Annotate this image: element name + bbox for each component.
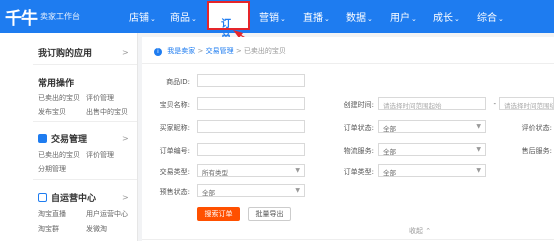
label-order-type: 订单类型: bbox=[343, 168, 374, 176]
order-status-select[interactable]: 全部 ▼ bbox=[378, 120, 486, 133]
chevron-down-icon: ▼ bbox=[476, 146, 481, 153]
order-type-select[interactable]: 全部 ▼ bbox=[378, 164, 486, 177]
main-panel: i 我是卖家 > 交易管理 > 已卖出的宝贝 商品ID: 宝贝名称: 买家昵称:… bbox=[142, 37, 554, 241]
sidebar: 我订购的应用 > 常用操作 已卖出的宝贝 评价管理 发布宝贝 出售中的宝贝 交易… bbox=[0, 33, 138, 241]
sidebar-link-sold-items[interactable]: 已卖出的宝贝 bbox=[38, 150, 80, 160]
sidebar-link-taobao-group[interactable]: 淘宝群 bbox=[38, 224, 59, 234]
label-created-time: 创建时间: bbox=[343, 101, 374, 109]
date-dash: - bbox=[493, 100, 496, 108]
divider bbox=[142, 63, 554, 64]
product-id-input[interactable] bbox=[197, 74, 305, 87]
info-icon: i bbox=[154, 48, 162, 56]
date-start-input[interactable]: 请选择时间范围起始 bbox=[378, 97, 486, 110]
trade-icon bbox=[38, 134, 47, 143]
logistics-select[interactable]: 全部 ▼ bbox=[378, 143, 486, 156]
label-presale-status: 预售状态: bbox=[159, 188, 190, 196]
search-orders-button[interactable]: 搜索订单 bbox=[197, 207, 240, 221]
breadcrumb-current: 已卖出的宝贝 bbox=[243, 47, 286, 55]
common-ops-title: 常用操作 bbox=[38, 79, 75, 89]
divider bbox=[33, 179, 137, 180]
breadcrumb-sep: > bbox=[235, 47, 242, 55]
select-value: 全部 bbox=[383, 148, 396, 156]
select-value: 全部 bbox=[383, 169, 396, 177]
breadcrumb-sep: > bbox=[197, 47, 204, 55]
sidebar-link-reviews[interactable]: 评价管理 bbox=[86, 150, 114, 160]
label-item-name: 宝贝名称: bbox=[159, 101, 190, 109]
item-name-input[interactable] bbox=[197, 97, 305, 110]
chevron-down-icon: ▼ bbox=[295, 167, 300, 174]
sidebar-link-user-ops[interactable]: 用户运营中心 bbox=[86, 209, 128, 219]
trade-mgmt-title[interactable]: 交易管理 bbox=[51, 132, 87, 145]
sidebar-link-reviews[interactable]: 评价管理 bbox=[86, 93, 114, 103]
select-value: 全部 bbox=[202, 189, 215, 197]
chevron-down-icon: ▼ bbox=[476, 123, 481, 130]
my-apps-title[interactable]: 我订购的应用 bbox=[38, 46, 92, 59]
chevron-down-icon: ▼ bbox=[476, 167, 481, 174]
self-ops-icon bbox=[38, 193, 47, 202]
breadcrumb-seller[interactable]: 我是卖家 bbox=[167, 47, 195, 55]
label-review-status: 评价状态: bbox=[521, 124, 552, 132]
select-value: 全部 bbox=[383, 125, 396, 133]
label-order-no: 订单编号: bbox=[159, 147, 190, 155]
label-buyer-nick: 买家昵称: bbox=[159, 124, 190, 132]
batch-export-button[interactable]: 批量导出 bbox=[248, 207, 291, 221]
chevron-right-icon[interactable]: > bbox=[122, 193, 129, 202]
divider bbox=[33, 121, 137, 122]
self-ops-title[interactable]: 自运营中心 bbox=[51, 191, 96, 204]
select-value: 所有类型 bbox=[202, 169, 228, 177]
chevron-right-icon[interactable]: > bbox=[122, 134, 129, 143]
trade-type-select[interactable]: 所有类型 ▼ bbox=[197, 164, 305, 177]
sidebar-link-sold-items[interactable]: 已卖出的宝贝 bbox=[38, 93, 80, 103]
chevron-right-icon[interactable]: > bbox=[122, 48, 129, 57]
chevron-down-icon: ▼ bbox=[295, 187, 300, 194]
label-logistics: 物流服务: bbox=[343, 147, 374, 155]
breadcrumb-trade[interactable]: 交易管理 bbox=[206, 47, 234, 55]
sidebar-link-taobao-live[interactable]: 淘宝直播 bbox=[38, 209, 66, 219]
sidebar-link-weitao[interactable]: 发微淘 bbox=[86, 224, 107, 234]
sidebar-link-on-sale[interactable]: 出售中的宝贝 bbox=[86, 107, 128, 117]
date-end-input[interactable]: 请选择时间范围结束 bbox=[499, 97, 554, 110]
sidebar-link-installment[interactable]: 分期管理 bbox=[38, 164, 66, 174]
order-no-input[interactable] bbox=[197, 143, 305, 156]
breadcrumb: i 我是卖家 > 交易管理 > 已卖出的宝贝 bbox=[154, 46, 286, 56]
collapse-toggle[interactable]: 收起 ⌃ bbox=[409, 226, 431, 236]
label-order-status: 订单状态: bbox=[343, 124, 374, 132]
presale-status-select[interactable]: 全部 ▼ bbox=[197, 184, 305, 197]
label-after-sales: 售后服务: bbox=[521, 147, 552, 155]
label-trade-type: 交易类型: bbox=[159, 168, 190, 176]
label-product-id: 商品ID: bbox=[166, 78, 190, 86]
sidebar-link-publish[interactable]: 发布宝贝 bbox=[38, 107, 66, 117]
buyer-nick-input[interactable] bbox=[197, 120, 305, 133]
divider bbox=[142, 239, 554, 240]
divider bbox=[33, 64, 137, 65]
